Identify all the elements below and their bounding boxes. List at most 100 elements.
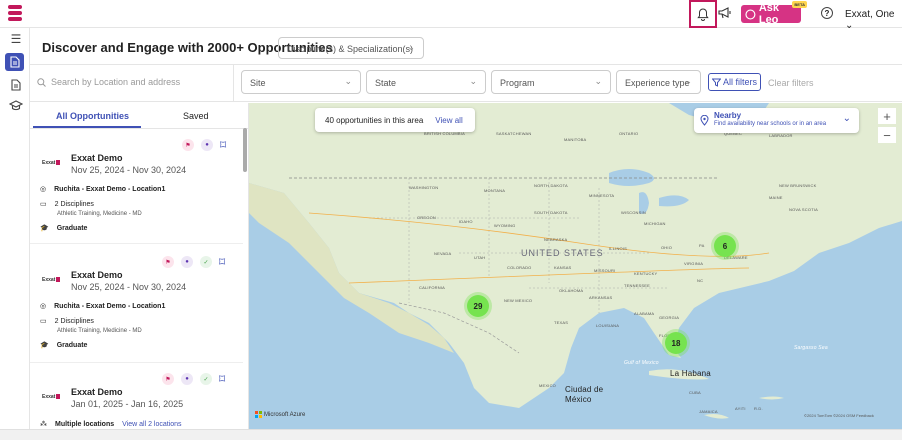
program-select[interactable]: Program ⌄ [491, 70, 611, 94]
card-disciplines-detail: Athletic Training, Medicine - MD [57, 211, 142, 217]
map-label-newmexico: NEW MEXICO [504, 298, 533, 303]
help-icon[interactable]: ? [821, 7, 833, 19]
view-all-locations-link[interactable]: View all 2 locations [122, 421, 181, 428]
map-attribution-text[interactable]: ©2024 TomTom ©2024 OSM Feedback [804, 413, 874, 418]
search-placeholder: Search by Location and address [51, 77, 181, 87]
check-badge-icon: ✓ [200, 256, 212, 268]
map-label-michigan: MICHIGAN [644, 221, 666, 226]
map-label-dr: R.D. [754, 406, 763, 411]
map-label-gulf: Gulf of Mexico [624, 360, 659, 366]
map-label-sargasso: Sargasso Sea [794, 345, 828, 351]
tab-all-opportunities[interactable]: All Opportunities [56, 111, 129, 121]
map-label-kansas: KANSAS [554, 265, 572, 270]
map-label-idaho: IDAHO [459, 219, 473, 224]
map-label-ontario: ONTARIO [619, 131, 639, 136]
discipline-select-label: Discipline(s) & Specialization(s) [287, 44, 414, 54]
location-pin-icon [700, 115, 709, 126]
document-nav-icon[interactable] [8, 78, 24, 92]
map-view[interactable]: UNITED STATES Gulf of Mexico Sargasso Se… [249, 103, 902, 429]
opportunities-nav-icon[interactable] [5, 53, 24, 71]
user-menu[interactable]: Exxat, One ⌄ [845, 9, 902, 31]
location-search-input[interactable]: Search by Location and address [37, 77, 180, 87]
menu-icon[interactable]: ☰ [8, 32, 24, 46]
map-label-alabama: ALABAMA [634, 311, 655, 316]
card-level-row: 🎓 Graduate [40, 224, 88, 233]
megaphone-icon [718, 7, 731, 19]
card-title[interactable]: Exxat Demo [71, 387, 123, 397]
page-footer [0, 429, 902, 440]
company-logo: Exxat [42, 160, 61, 166]
graduation-cap-nav-icon[interactable] [8, 98, 24, 112]
tab-saved[interactable]: Saved [183, 111, 209, 121]
map-label-louisiana: LOUISIANA [596, 323, 620, 328]
nearby-dropdown[interactable]: Nearby Find availability near schools or… [694, 108, 859, 133]
top-bar: Ask Leo BETA ? Exxat, One ⌄ [0, 0, 902, 31]
chevron-down-icon: ⌄ [407, 42, 415, 52]
company-logo: Exxat [42, 277, 61, 283]
ask-leo-button[interactable]: Ask Leo BETA [741, 1, 807, 26]
bookmark-icon[interactable]: ⌑ [219, 372, 225, 386]
nearby-subtitle: Find availability near schools or in an … [714, 121, 827, 127]
map-label-ohio: OHIO [661, 245, 673, 250]
location-pin-icon: ◎ [40, 186, 47, 193]
search-icon [37, 77, 46, 87]
map-label-saskatchewan: SASKATCHEWAN [496, 131, 532, 136]
nearby-title: Nearby [714, 111, 742, 120]
experience-type-select[interactable]: Experience type ⌄ [616, 70, 701, 94]
map-label-wisconsin: WISCONSIN [621, 210, 646, 215]
map-label-missouri: MISSOURI [594, 268, 616, 273]
exxat-logo[interactable] [8, 5, 22, 23]
person-badge-icon: ● [201, 139, 213, 151]
map-cluster-marker[interactable]: 18 [665, 332, 687, 354]
left-nav-rail: ☰ [0, 28, 30, 440]
map-cluster-marker[interactable]: 29 [467, 295, 489, 317]
card-location: Ruchita - Exxat Demo - Location1 [54, 185, 166, 193]
person-badge-icon: ● [181, 373, 193, 385]
zoom-out-button[interactable]: − [878, 127, 896, 143]
card-badges: ⚑ ● ⌑ [182, 138, 226, 152]
map-label-wyoming: WYOMING [494, 223, 516, 228]
card-title[interactable]: Exxat Demo [71, 153, 123, 163]
card-location-row: ◎ Ruchita - Exxat Demo - Location1 [40, 185, 166, 194]
clear-filters-link[interactable]: Clear filters [768, 78, 814, 88]
bookmark-icon[interactable]: ⌑ [220, 138, 226, 152]
list-scrollbar[interactable] [243, 128, 247, 172]
card-disciplines: 2 Disciplines [54, 317, 94, 325]
notification-bell-button[interactable] [689, 0, 717, 28]
chevron-down-icon: ⌄ [842, 113, 851, 124]
announcements-button[interactable] [718, 6, 732, 22]
view-all-link[interactable]: View all [435, 116, 462, 125]
flag-badge-icon: ⚑ [162, 373, 174, 385]
card-location-row: ⁂ Multiple locations View all 2 location… [40, 420, 182, 429]
location-pin-icon: ◎ [40, 303, 47, 310]
attribution-left: Microsoft Azure [264, 411, 306, 418]
map-label-us: UNITED STATES [521, 248, 604, 258]
card-badges: ⚑ ● ✓ ⌑ [162, 255, 225, 269]
opportunities-count-banner: 40 opportunities in this area View all [315, 108, 475, 132]
discipline-select[interactable]: Discipline(s) & Specialization(s) ⌄ [278, 37, 424, 59]
bookmark-icon[interactable]: ⌑ [219, 255, 225, 269]
book-icon: ▭ [40, 318, 47, 325]
site-select-label: Site [250, 78, 266, 88]
map-attribution-logo: Microsoft Azure [255, 411, 305, 418]
map-label-newbrunswick: NEW BRUNSWICK [779, 183, 817, 188]
book-icon: ▭ [40, 201, 47, 208]
map-label-montana: MONTANA [484, 188, 506, 193]
site-select[interactable]: Site ⌄ [241, 70, 361, 94]
microsoft-logo-icon [255, 411, 262, 418]
map-label-utah: UTAH [474, 255, 486, 260]
experience-type-label: Experience type [625, 78, 690, 88]
card-title[interactable]: Exxat Demo [71, 270, 123, 280]
graduation-cap-icon: 🎓 [40, 225, 49, 232]
zoom-in-button[interactable]: + [878, 108, 896, 124]
map-label-cuba: CUBA [689, 390, 701, 395]
map-cluster-marker[interactable]: 6 [714, 235, 736, 257]
filter-icon [711, 78, 721, 87]
card-level: Graduate [56, 224, 88, 232]
all-filters-label: All filters [722, 77, 757, 87]
state-select[interactable]: State ⌄ [366, 70, 486, 94]
all-filters-button[interactable]: All filters [708, 73, 761, 91]
map-label-northdakota: NORTH DAKOTA [534, 183, 568, 188]
map-label-mexico: MEXICO [539, 383, 556, 388]
map-label-kentucky: KENTUCKY [634, 271, 658, 276]
